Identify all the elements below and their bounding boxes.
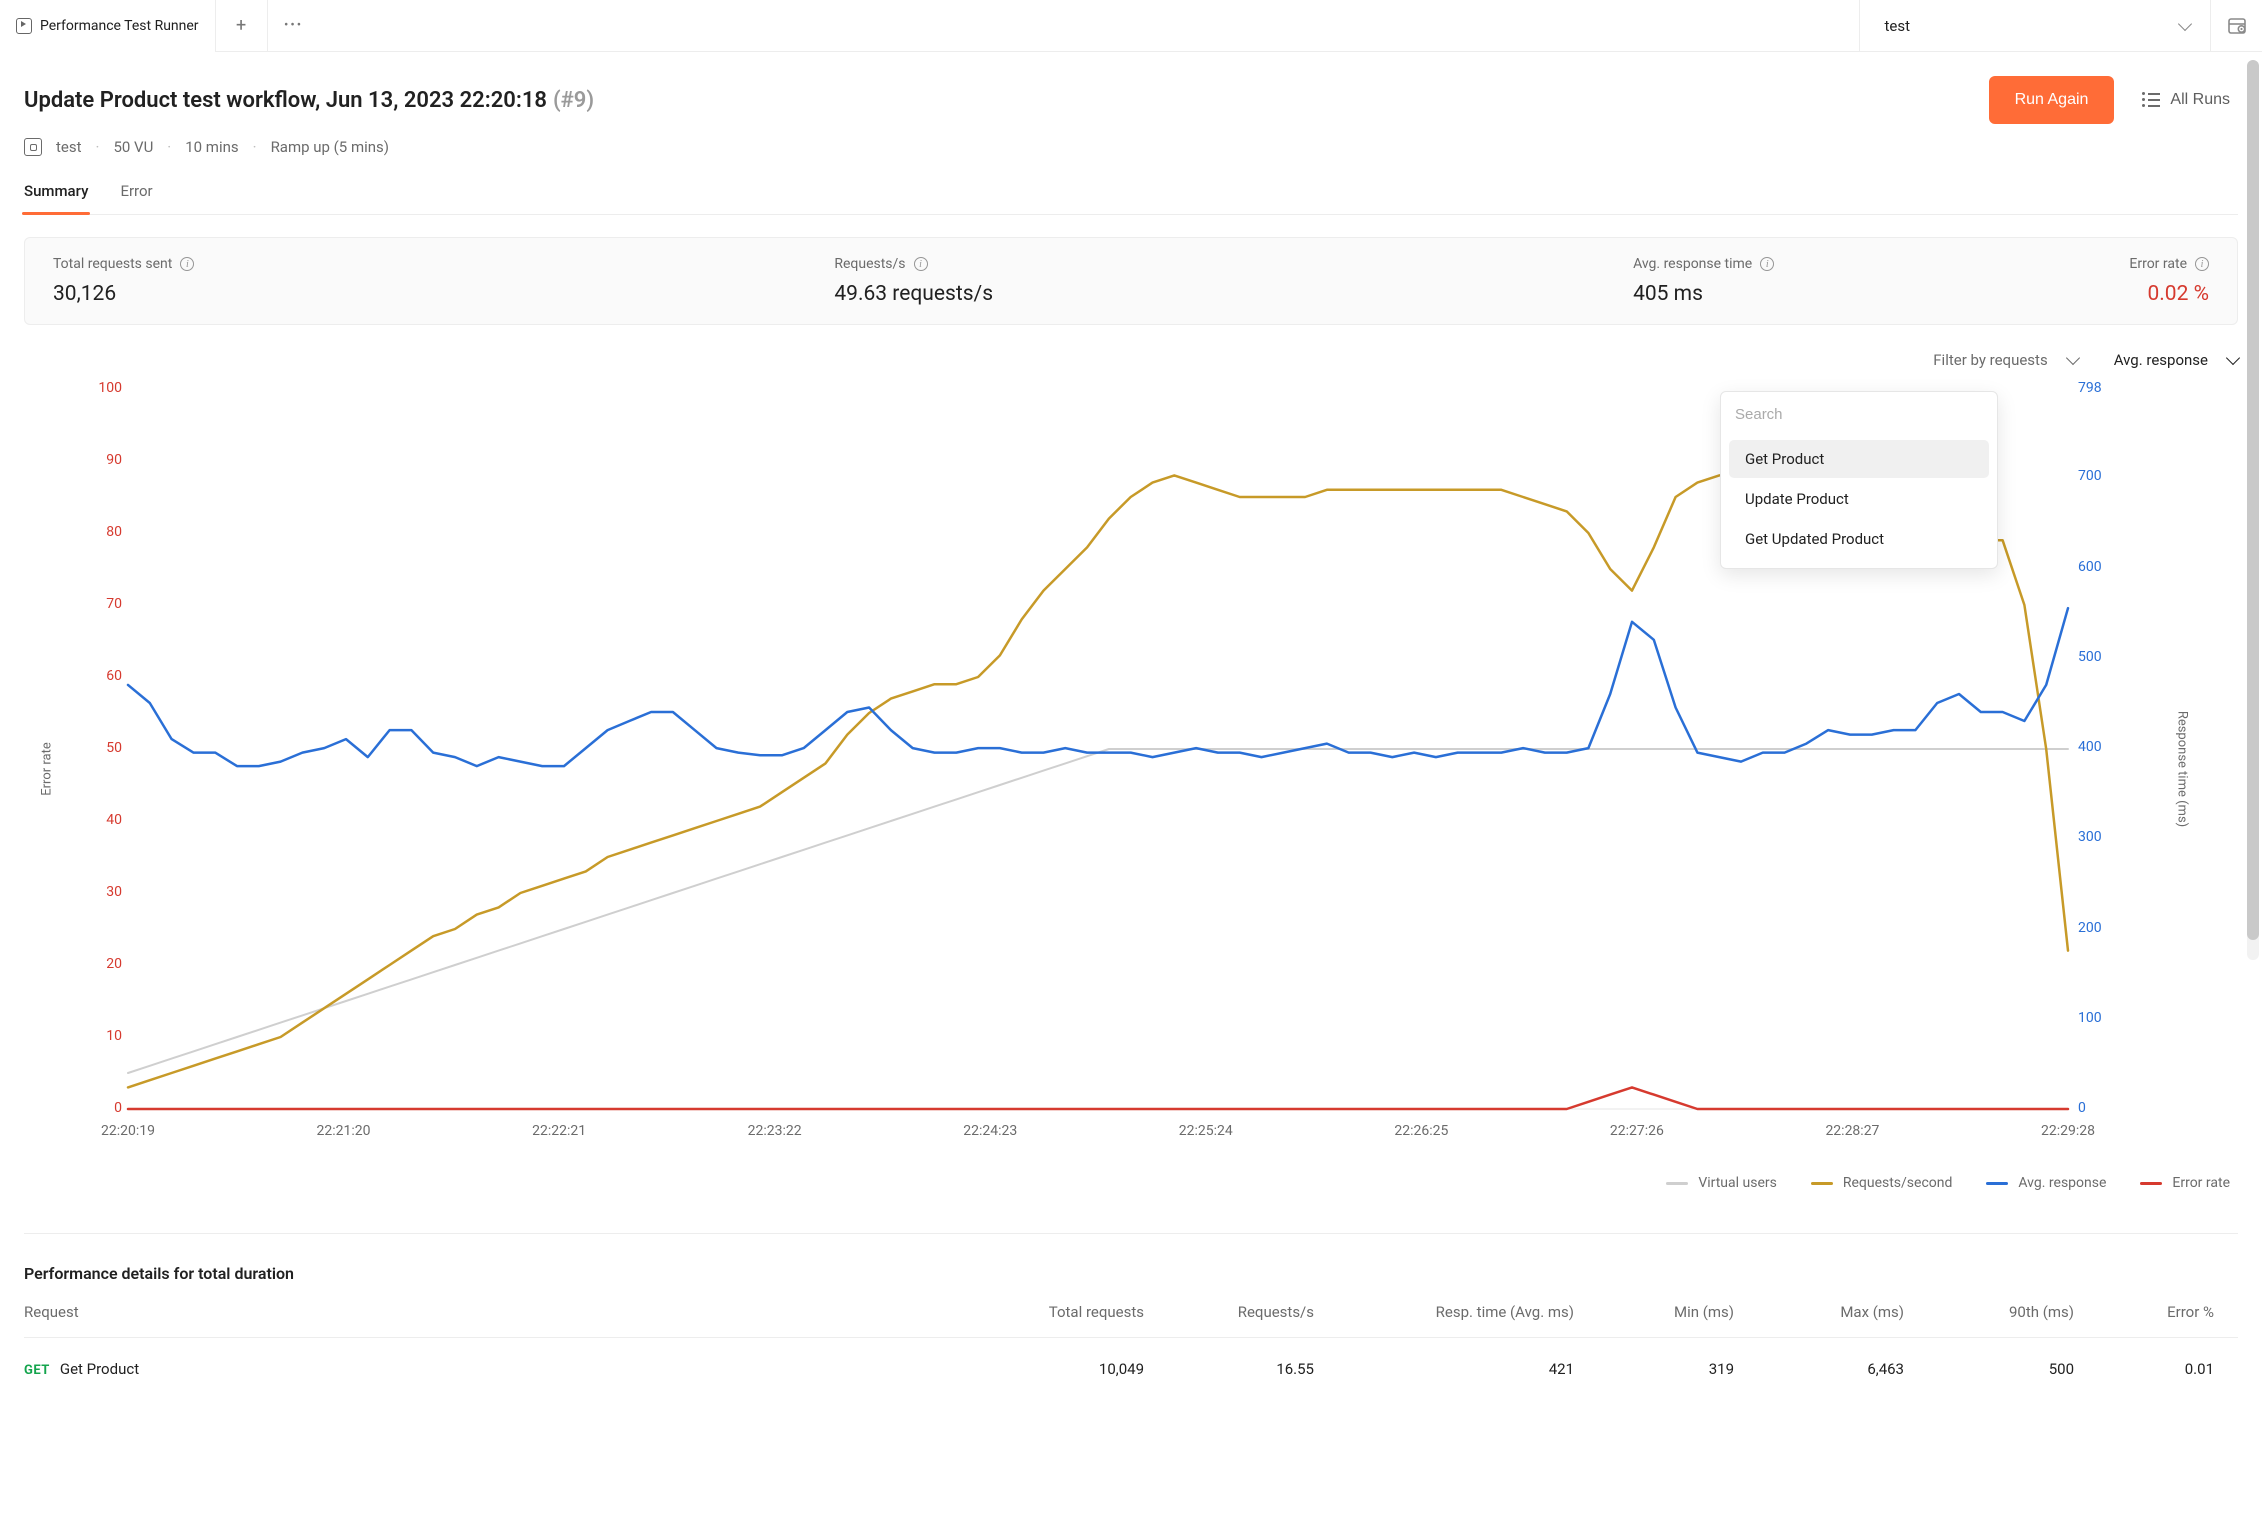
metric-total-requests: Total requests senti 30,126 bbox=[53, 256, 194, 306]
td-p90: 500 bbox=[1904, 1360, 2074, 1378]
info-icon[interactable]: i bbox=[1760, 257, 1774, 271]
subtabs: Summary Error bbox=[24, 182, 2238, 215]
metric-avg-rt: Avg. response timei 405 ms bbox=[1633, 256, 1774, 306]
meta-ramp: Ramp up (5 mins) bbox=[271, 138, 389, 156]
metric-avg-rt-value: 405 ms bbox=[1633, 282, 1774, 306]
run-meta: test · 50 VU · 10 mins · Ramp up (5 mins… bbox=[24, 138, 2238, 156]
run-again-button[interactable]: Run Again bbox=[1989, 76, 2115, 124]
all-runs-label: All Runs bbox=[2170, 91, 2230, 109]
request-name: Get Product bbox=[60, 1360, 139, 1378]
td-rps: 16.55 bbox=[1144, 1360, 1314, 1378]
metric-error-rate-value: 0.02 % bbox=[2129, 282, 2209, 306]
environment-icon bbox=[24, 138, 42, 156]
th-rps: Requests/s bbox=[1144, 1303, 1314, 1321]
perf-details-title: Performance details for total duration bbox=[24, 1264, 2238, 1283]
table-row[interactable]: GET Get Product 10,049 16.55 421 319 6,46… bbox=[24, 1338, 2238, 1400]
meta-env: test bbox=[56, 138, 82, 156]
chart-legend: Virtual users Requests/second Avg. respo… bbox=[24, 1175, 2238, 1191]
info-icon[interactable]: i bbox=[180, 257, 194, 271]
legend-item-vu: Virtual users bbox=[1666, 1175, 1777, 1191]
filter-option[interactable]: Update Product bbox=[1729, 480, 1989, 518]
metric-total-requests-value: 30,126 bbox=[53, 282, 194, 306]
filter-option-list: Get Product Update Product Get Updated P… bbox=[1721, 436, 1997, 568]
page-content: Update Product test workflow, Jun 13, 20… bbox=[0, 52, 2262, 1400]
vertical-scrollbar[interactable] bbox=[2247, 60, 2259, 960]
td-err: 0.01 bbox=[2074, 1360, 2214, 1378]
list-icon bbox=[2142, 92, 2160, 108]
info-icon[interactable]: i bbox=[914, 257, 928, 271]
th-max: Max (ms) bbox=[1734, 1303, 1904, 1321]
td-total: 10,049 bbox=[924, 1360, 1144, 1378]
environment-selector[interactable]: test bbox=[1859, 0, 2210, 52]
metric-error-rate: Error ratei 0.02 % bbox=[2129, 256, 2209, 306]
td-max: 6,463 bbox=[1734, 1360, 1904, 1378]
eye-table-icon bbox=[2227, 16, 2247, 36]
filter-option[interactable]: Get Product bbox=[1729, 440, 1989, 478]
tab-summary[interactable]: Summary bbox=[24, 182, 88, 214]
section-divider bbox=[24, 1233, 2238, 1234]
th-rt-avg: Resp. time (Avg. ms) bbox=[1314, 1303, 1574, 1321]
filter-option[interactable]: Get Updated Product bbox=[1729, 520, 1989, 558]
metrics-bar: Total requests senti 30,126 Requests/si … bbox=[24, 237, 2238, 325]
tab-performance-runner[interactable]: Performance Test Runner bbox=[0, 0, 216, 52]
perf-table: Request Total requests Requests/s Resp. … bbox=[24, 1303, 2238, 1400]
tab-overflow-button[interactable]: ••• bbox=[268, 0, 320, 52]
environment-quicklook-button[interactable] bbox=[2210, 0, 2262, 52]
th-request: Request bbox=[24, 1303, 924, 1321]
th-err: Error % bbox=[2074, 1303, 2214, 1321]
legend-item-avg: Avg. response bbox=[1986, 1175, 2106, 1191]
runner-icon bbox=[16, 18, 32, 34]
td-min: 319 bbox=[1574, 1360, 1734, 1378]
tab-error[interactable]: Error bbox=[120, 182, 152, 214]
th-min: Min (ms) bbox=[1574, 1303, 1734, 1321]
perf-table-header: Request Total requests Requests/s Resp. … bbox=[24, 1303, 2238, 1338]
chevron-down-icon bbox=[2226, 351, 2240, 365]
title-row: Update Product test workflow, Jun 13, 20… bbox=[24, 76, 2238, 124]
metric-rps-value: 49.63 requests/s bbox=[834, 282, 993, 306]
legend-item-rps: Requests/second bbox=[1811, 1175, 1953, 1191]
td-request: GET Get Product bbox=[24, 1360, 924, 1378]
th-p90: 90th (ms) bbox=[1904, 1303, 2074, 1321]
chevron-down-icon bbox=[2066, 351, 2080, 365]
tab-label: Performance Test Runner bbox=[40, 18, 199, 34]
http-method-badge: GET bbox=[24, 1363, 50, 1378]
filter-search-input[interactable] bbox=[1723, 394, 1995, 434]
meta-duration: 10 mins bbox=[185, 138, 238, 156]
all-runs-button[interactable]: All Runs bbox=[2134, 76, 2238, 124]
y-axis-right-label: Response time (ms) bbox=[2174, 711, 2189, 827]
new-tab-button[interactable]: + bbox=[216, 0, 268, 52]
metric-rps: Requests/si 49.63 requests/s bbox=[834, 256, 993, 306]
filter-dropdown-panel: Get Product Update Product Get Updated P… bbox=[1720, 391, 1998, 569]
legend-item-err: Error rate bbox=[2140, 1175, 2230, 1191]
y-axis-left-label: Error rate bbox=[39, 742, 54, 796]
metric-select-dropdown[interactable]: Avg. response bbox=[2114, 351, 2238, 369]
page-title: Update Product test workflow, Jun 13, 20… bbox=[24, 88, 547, 113]
td-rt-avg: 421 bbox=[1314, 1360, 1574, 1378]
filter-by-requests-dropdown[interactable]: Filter by requests bbox=[1933, 351, 2077, 369]
chevron-down-icon bbox=[2178, 16, 2192, 30]
info-icon[interactable]: i bbox=[2195, 257, 2209, 271]
scrollbar-thumb[interactable] bbox=[2247, 60, 2259, 940]
th-total: Total requests bbox=[924, 1303, 1144, 1321]
meta-vu: 50 VU bbox=[113, 138, 153, 156]
run-number: (#9) bbox=[553, 88, 594, 113]
environment-name: test bbox=[1884, 17, 1910, 35]
chart-controls: Filter by requests Avg. response Get Pro… bbox=[24, 351, 2238, 369]
top-bar: Performance Test Runner + ••• test bbox=[0, 0, 2262, 52]
